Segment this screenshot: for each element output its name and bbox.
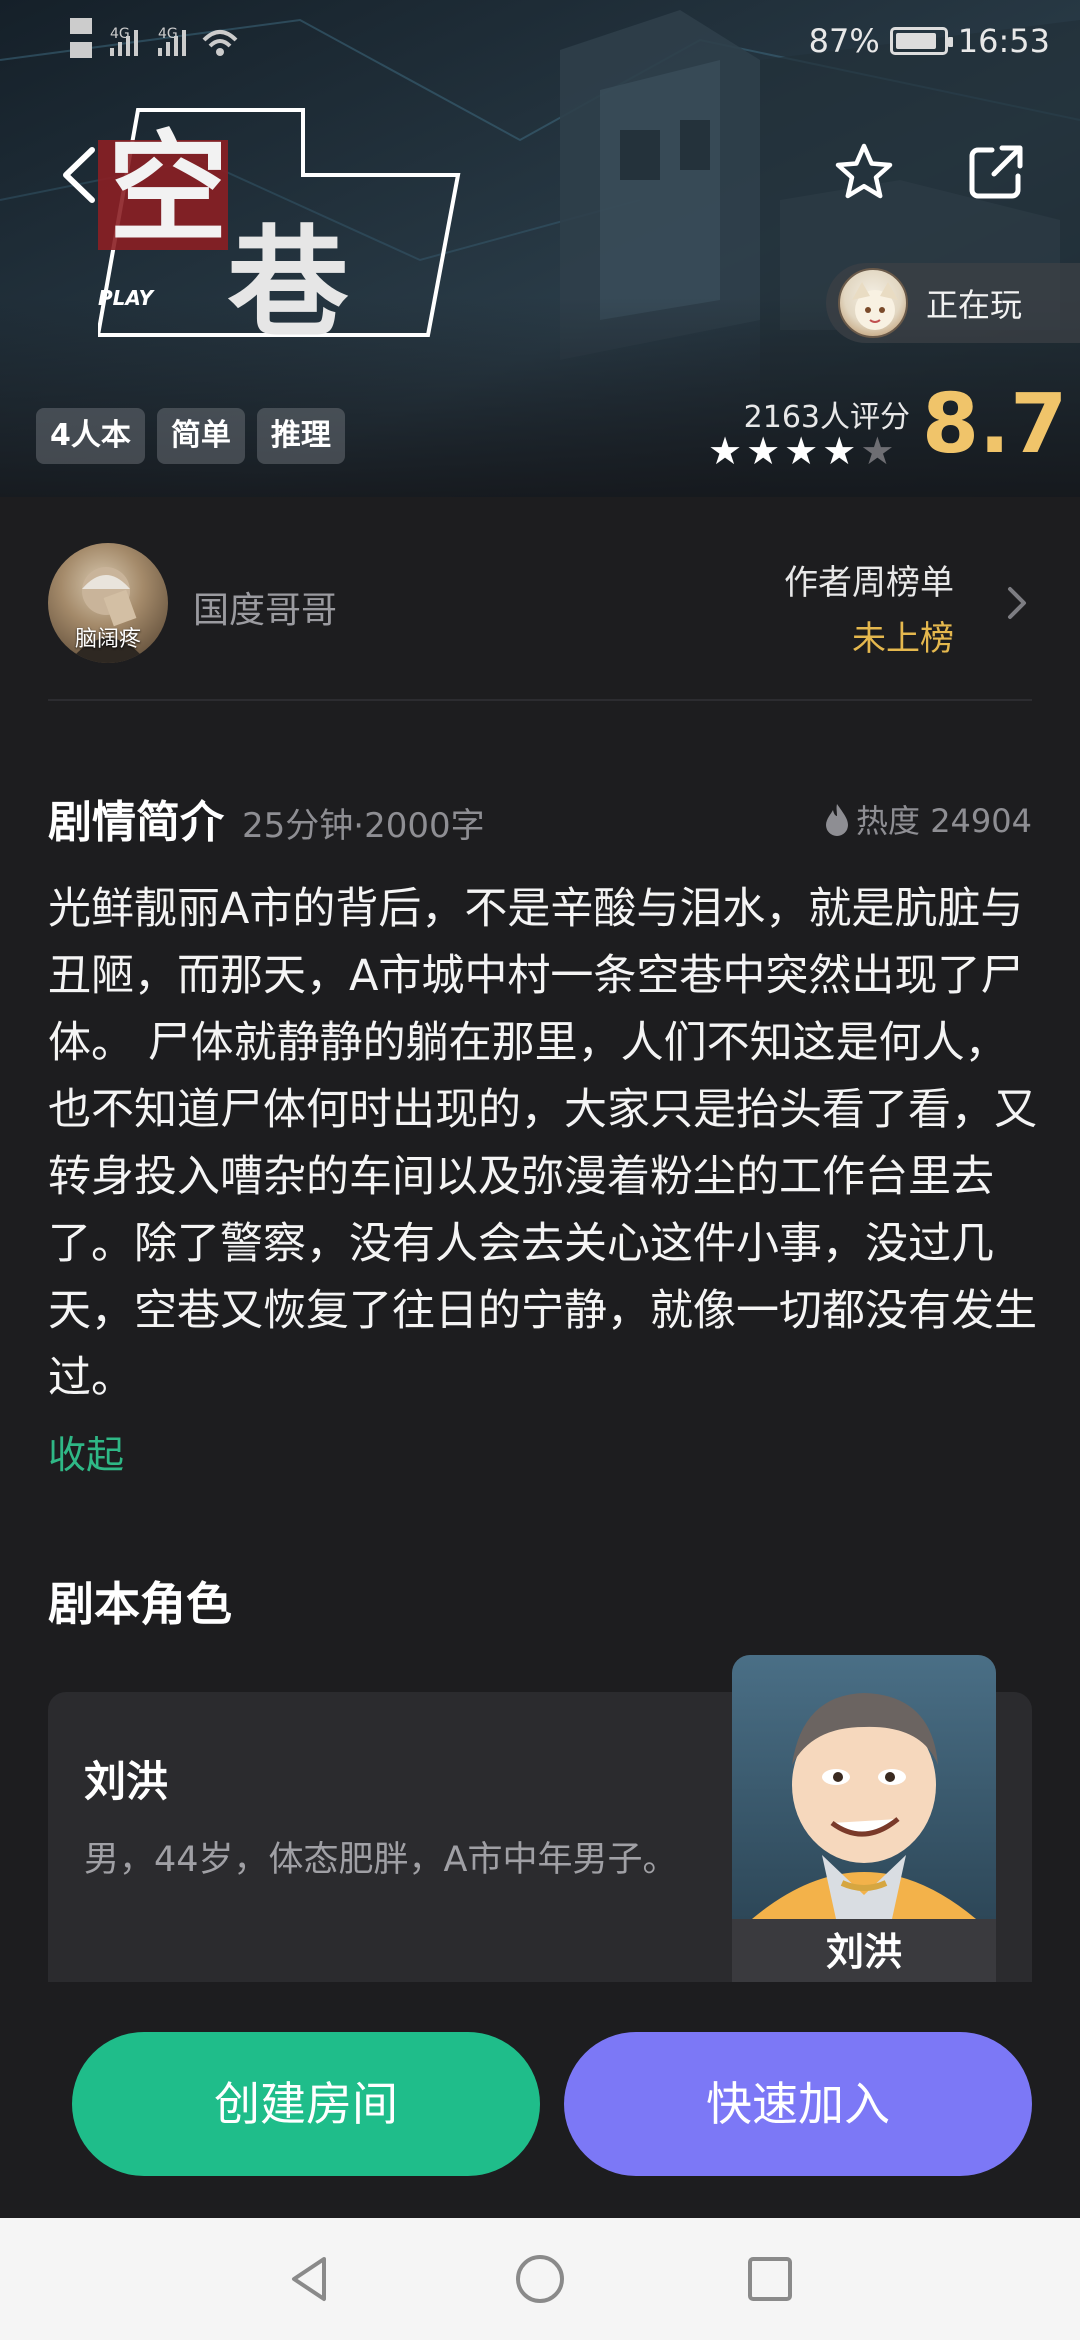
logo-char-1: 空 — [108, 120, 228, 259]
star-empty-icon: ★ — [860, 429, 895, 473]
tag-list: 4人本 简单 推理 — [36, 408, 345, 464]
action-bar: 创建房间 快速加入 — [0, 1982, 1080, 2218]
logo-char-2: 巷 — [228, 215, 349, 354]
role-portrait-name: 刘洪 — [732, 1919, 996, 1985]
tag-genre: 推理 — [256, 408, 345, 464]
star-filled-icon: ★ — [822, 429, 857, 473]
synopsis-header: 剧情简介 25分钟·2000字 — [48, 786, 485, 850]
now-playing-label: 正在玩 — [926, 286, 1023, 324]
quick-join-button[interactable]: 快速加入 — [564, 2032, 1032, 2176]
role-portrait[interactable]: 刘洪 — [732, 1655, 996, 1985]
player-avatar — [838, 268, 908, 338]
system-nav-bar — [0, 2218, 1080, 2340]
signal-indicators: 4G 4G — [70, 16, 270, 62]
star-filled-icon: ★ — [746, 429, 781, 473]
favorite-star-icon[interactable] — [832, 140, 896, 204]
now-playing-button[interactable]: 正在玩 — [826, 263, 1080, 343]
battery-fill — [895, 33, 936, 49]
status-right: 87% 16:53 — [809, 22, 1050, 60]
signal-icon: 4G 4G — [70, 18, 238, 58]
heat-indicator: 热度 24904 — [824, 796, 1032, 842]
collapse-link[interactable]: 收起 — [48, 1424, 124, 1479]
star-filled-icon: ★ — [708, 429, 743, 473]
author-row[interactable]: 脑阔疼 国度哥哥 作者周榜单 未上榜 — [48, 543, 1032, 701]
battery-icon — [889, 27, 953, 55]
nav-home-icon[interactable] — [512, 2251, 568, 2307]
clock: 16:53 — [957, 22, 1050, 60]
anime-avatar-icon — [852, 282, 898, 330]
chevron-right-icon[interactable] — [1002, 583, 1032, 623]
role-portrait-art — [732, 1655, 996, 1919]
synopsis-body: 光鲜靓丽A市的背后，不是辛酸与泪水，就是肮脏与丑陋，而那天，A市城中村一条空巷中… — [48, 884, 1037, 1403]
rank-status: 未上榜 — [852, 619, 954, 659]
hero-banner: 4G 4G 87% 16:53 空 巷 PLAY 正在玩 4人本 简单 推理 2… — [0, 0, 1080, 497]
share-icon[interactable] — [966, 142, 1026, 202]
roles-section-title: 剧本角色 — [48, 1577, 232, 1631]
author-avatar[interactable]: 脑阔疼 — [48, 543, 168, 663]
synopsis-title: 剧情简介 — [48, 797, 224, 848]
rating-stars: ★ ★ ★ ★ ★ — [708, 432, 894, 470]
tag-player-count: 4人本 — [36, 408, 145, 464]
rank-title: 作者周榜单 — [784, 563, 954, 603]
nav-back-icon[interactable] — [282, 2251, 338, 2307]
create-room-button[interactable]: 创建房间 — [72, 2032, 540, 2176]
tag-difficulty: 简单 — [156, 408, 245, 464]
role-description: 男，44岁，体态肥胖，A市中年男子。 — [84, 1840, 678, 1880]
author-avatar-caption: 脑阔疼 — [74, 627, 141, 652]
heat-value: 热度 24904 — [856, 802, 1032, 840]
synopsis-meta: 25分钟·2000字 — [242, 806, 485, 846]
logo-badge: PLAY — [98, 286, 156, 310]
character-portrait-icon — [752, 1693, 976, 1919]
star-filled-icon: ★ — [784, 429, 819, 473]
script-title-logo: 空 巷 PLAY — [98, 108, 461, 354]
author-name[interactable]: 国度哥哥 — [193, 581, 337, 633]
flame-icon — [826, 804, 849, 836]
battery-percent: 87% — [808, 22, 880, 60]
rating-score: 8.7 — [922, 377, 1068, 472]
role-name: 刘洪 — [84, 1757, 169, 1806]
nav-recents-icon[interactable] — [742, 2251, 798, 2307]
status-bar: 4G 4G 87% 16:53 — [0, 0, 1080, 90]
